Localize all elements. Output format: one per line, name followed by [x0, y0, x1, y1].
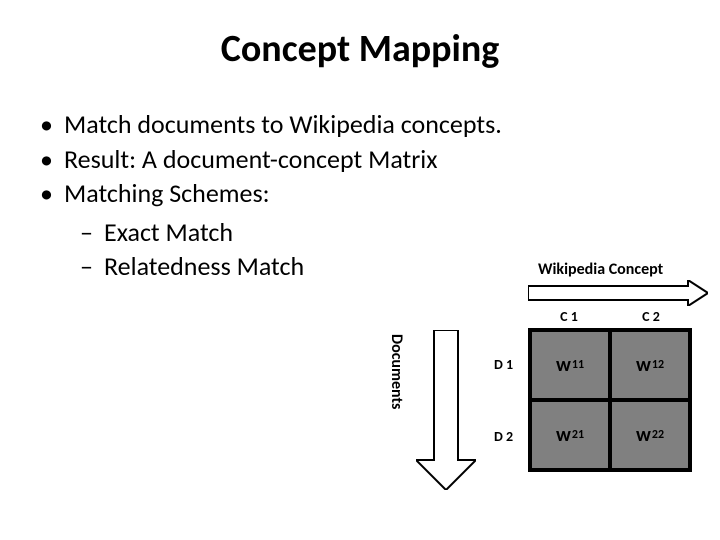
matrix-cell: w21 — [530, 400, 610, 470]
cell-base: w — [556, 423, 571, 447]
bullet-item: • Match documents to Wikipedia concepts. — [40, 108, 690, 141]
bullet-text: Matching Schemes: — [64, 177, 690, 210]
dash-icon: – — [80, 216, 104, 249]
bullet-item: • Result: A document-concept Matrix — [40, 143, 690, 176]
matrix-cell: w11 — [530, 330, 610, 400]
bullet-list: • Match documents to Wikipedia concepts.… — [40, 108, 690, 283]
slide-title: Concept Mapping — [30, 26, 690, 72]
matrix-row: w21 w22 — [530, 400, 690, 470]
matrix-cell: w22 — [610, 400, 690, 470]
sub-bullet-item: – Exact Match — [80, 216, 690, 249]
cell-sub: 22 — [652, 428, 664, 442]
matrix-row: w11 w12 — [530, 330, 690, 400]
row-header: D 1 — [494, 328, 513, 400]
dash-icon: – — [80, 250, 104, 283]
cell-sub: 12 — [652, 358, 664, 372]
sub-bullet-text: Exact Match — [104, 216, 233, 249]
column-header: C 2 — [610, 308, 692, 325]
concept-axis-label: Wikipedia Concept — [538, 260, 663, 279]
cell-base: w — [636, 353, 651, 377]
bullet-dot-icon: • — [40, 143, 64, 176]
matrix-table: w11 w12 w21 w22 — [528, 328, 692, 472]
cell-sub: 11 — [572, 358, 584, 372]
column-headers: C 1 C 2 — [528, 308, 692, 325]
sub-bullet-text: Relatedness Match — [104, 250, 304, 283]
bullet-item: • Matching Schemes: — [40, 177, 690, 210]
row-header: D 2 — [494, 400, 513, 472]
document-axis-label: Documents — [387, 334, 406, 409]
column-header: C 1 — [528, 308, 610, 325]
cell-base: w — [556, 353, 571, 377]
bullet-dot-icon: • — [40, 177, 64, 210]
arrow-down-icon — [416, 330, 476, 490]
cell-base: w — [636, 423, 651, 447]
slide: Concept Mapping • Match documents to Wik… — [0, 0, 720, 540]
bullet-text: Match documents to Wikipedia concepts. — [64, 108, 690, 141]
matrix-cell: w12 — [610, 330, 690, 400]
bullet-dot-icon: • — [40, 108, 64, 141]
row-headers: D 1 D 2 — [494, 328, 513, 472]
bullet-text: Result: A document-concept Matrix — [64, 143, 690, 176]
arrow-right-icon — [528, 280, 708, 306]
cell-sub: 21 — [572, 428, 584, 442]
